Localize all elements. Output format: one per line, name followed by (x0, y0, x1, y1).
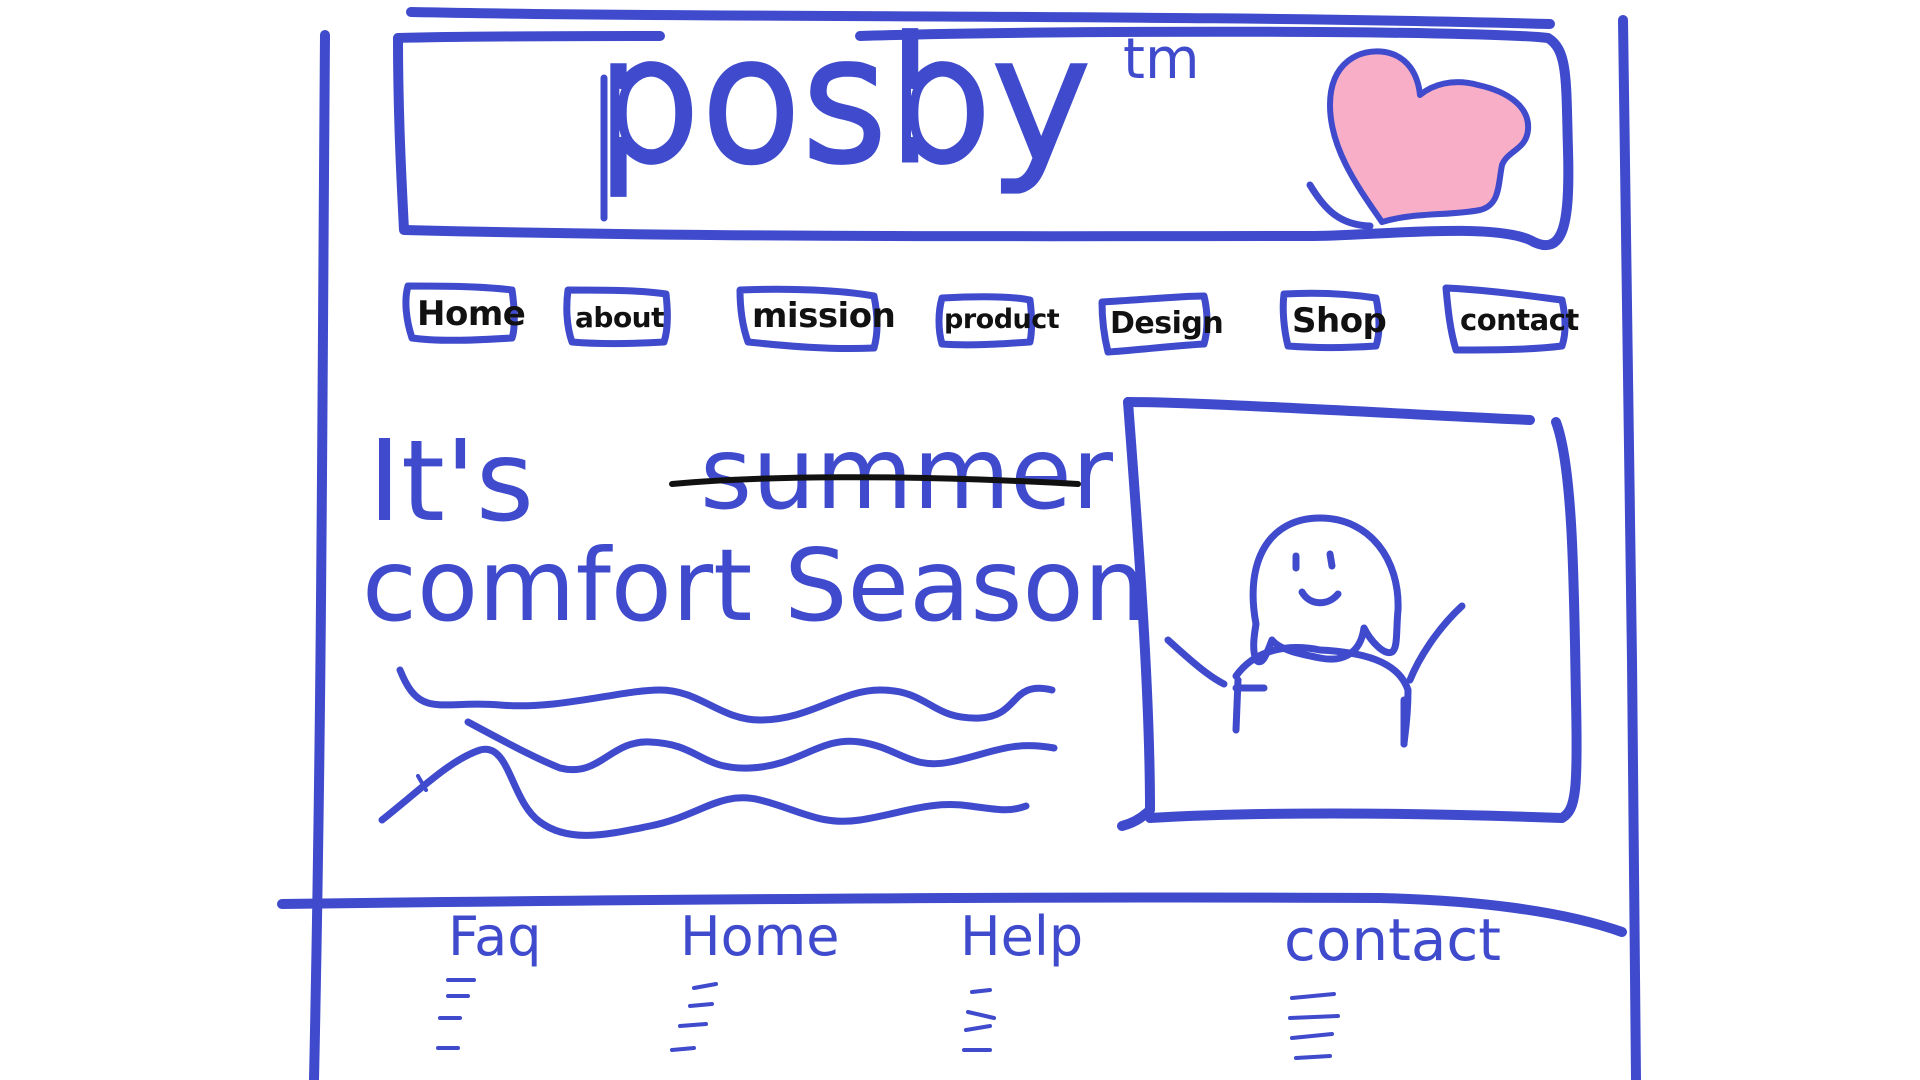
nav-item-home[interactable]: Home (402, 282, 526, 344)
nav-label-contact: contact (1460, 303, 1579, 337)
placeholder-line-1 (396, 666, 1056, 724)
page-right-border (1618, 15, 1641, 1080)
nav-item-design[interactable]: Design (1098, 292, 1224, 356)
nav-item-shop[interactable]: Shop (1279, 289, 1387, 351)
hero-text: It's summer comfort Season (362, 415, 1147, 644)
nav-item-about[interactable]: about (563, 286, 671, 347)
logo[interactable]: posby tm (592, 1, 1200, 222)
footer-contact-lines (1288, 992, 1340, 1060)
footer-column-contact[interactable]: contact (1284, 906, 1501, 1060)
person-waving-icon (1164, 514, 1466, 748)
footer-link-contact[interactable]: contact (1284, 906, 1501, 974)
footer-column-help[interactable]: Help (960, 905, 1083, 1052)
page-left-border (309, 30, 330, 1080)
nav-label-product: product (944, 304, 1060, 335)
footer: Faq Home Help contact (436, 905, 1501, 1060)
nav-item-product[interactable]: product (935, 293, 1060, 349)
hero-struck-word: summer (700, 415, 1114, 532)
header-banner: posby tm (393, 1, 1574, 251)
hero-image (1117, 397, 1582, 831)
nav-item-contact[interactable]: contact (1442, 284, 1580, 354)
footer-link-help[interactable]: Help (960, 905, 1083, 968)
nav-label-about: about (575, 301, 664, 334)
wireframe-sketch: posby tm Home about mission product Desi… (277, 1, 1641, 1080)
footer-column-faq[interactable]: Faq (436, 905, 541, 1050)
nav-bar: Home about mission product Design Shop c… (402, 282, 1580, 356)
footer-help-lines (962, 988, 996, 1052)
body-text-placeholder (378, 666, 1058, 839)
footer-link-home[interactable]: Home (680, 905, 839, 968)
heart-icon (1306, 48, 1532, 230)
placeholder-line-2 (464, 718, 1058, 774)
footer-link-faq[interactable]: Faq (448, 905, 541, 968)
nav-label-home: Home (417, 294, 525, 334)
nav-label-design: Design (1110, 306, 1223, 341)
footer-home-lines (670, 982, 718, 1052)
logo-text: posby (596, 5, 1090, 197)
nav-label-shop: Shop (1292, 301, 1386, 341)
trademark-mark: tm (1123, 27, 1200, 92)
nav-item-mission[interactable]: mission (736, 285, 896, 353)
hero-line2: comfort Season (362, 527, 1147, 644)
footer-column-home[interactable]: Home (670, 905, 839, 1052)
footer-faq-lines (436, 978, 476, 1050)
nav-label-mission: mission (752, 296, 895, 336)
